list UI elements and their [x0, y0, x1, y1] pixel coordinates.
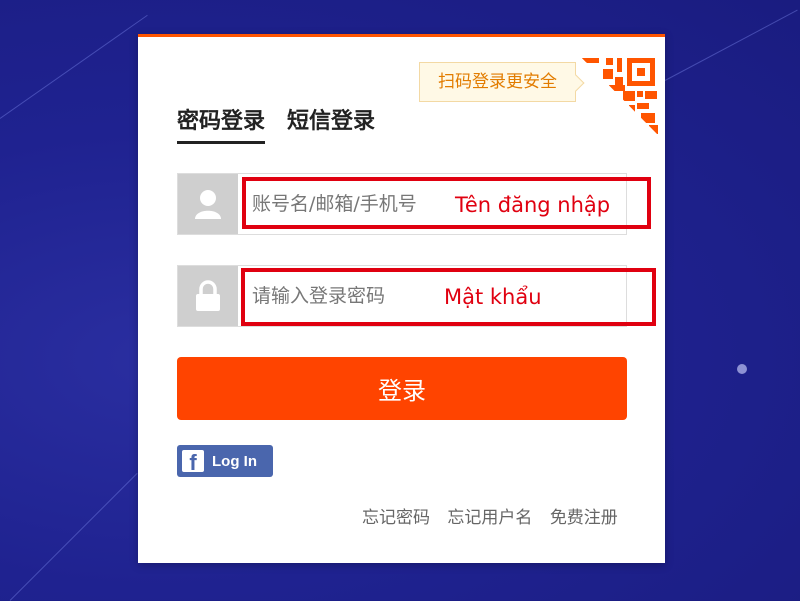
facebook-login-button[interactable]: f Log In [177, 445, 273, 477]
tab-sms-login[interactable]: 短信登录 [287, 103, 375, 135]
username-annotation: Tên đăng nhập [455, 193, 611, 217]
login-button[interactable]: 登录 [177, 357, 627, 420]
qr-code-icon[interactable] [579, 55, 658, 135]
background-dot [737, 364, 747, 374]
register-link[interactable]: 免费注册 [550, 508, 618, 528]
facebook-icon: f [182, 450, 204, 472]
password-field [177, 265, 632, 327]
forgot-password-link[interactable]: 忘记密码 [362, 508, 430, 528]
user-icon [178, 174, 238, 234]
qr-login-tip[interactable]: 扫码登录更安全 [419, 62, 576, 102]
password-input[interactable] [242, 268, 632, 324]
background-line [0, 14, 148, 119]
background-line [664, 9, 798, 81]
login-panel: 扫码登录更安全 密码登录 短信登录 账号名/邮箱/手机号 Tên đăng nh… [138, 34, 665, 563]
password-annotation: Mật khẩu [444, 285, 542, 309]
lock-icon [178, 266, 238, 326]
background-line [9, 472, 138, 601]
account-links: 忘记密码 忘记用户名 免费注册 [362, 503, 618, 528]
facebook-login-label: Log In [212, 452, 257, 470]
tab-password-login[interactable]: 密码登录 [177, 103, 266, 144]
forgot-username-link[interactable]: 忘记用户名 [447, 508, 532, 528]
